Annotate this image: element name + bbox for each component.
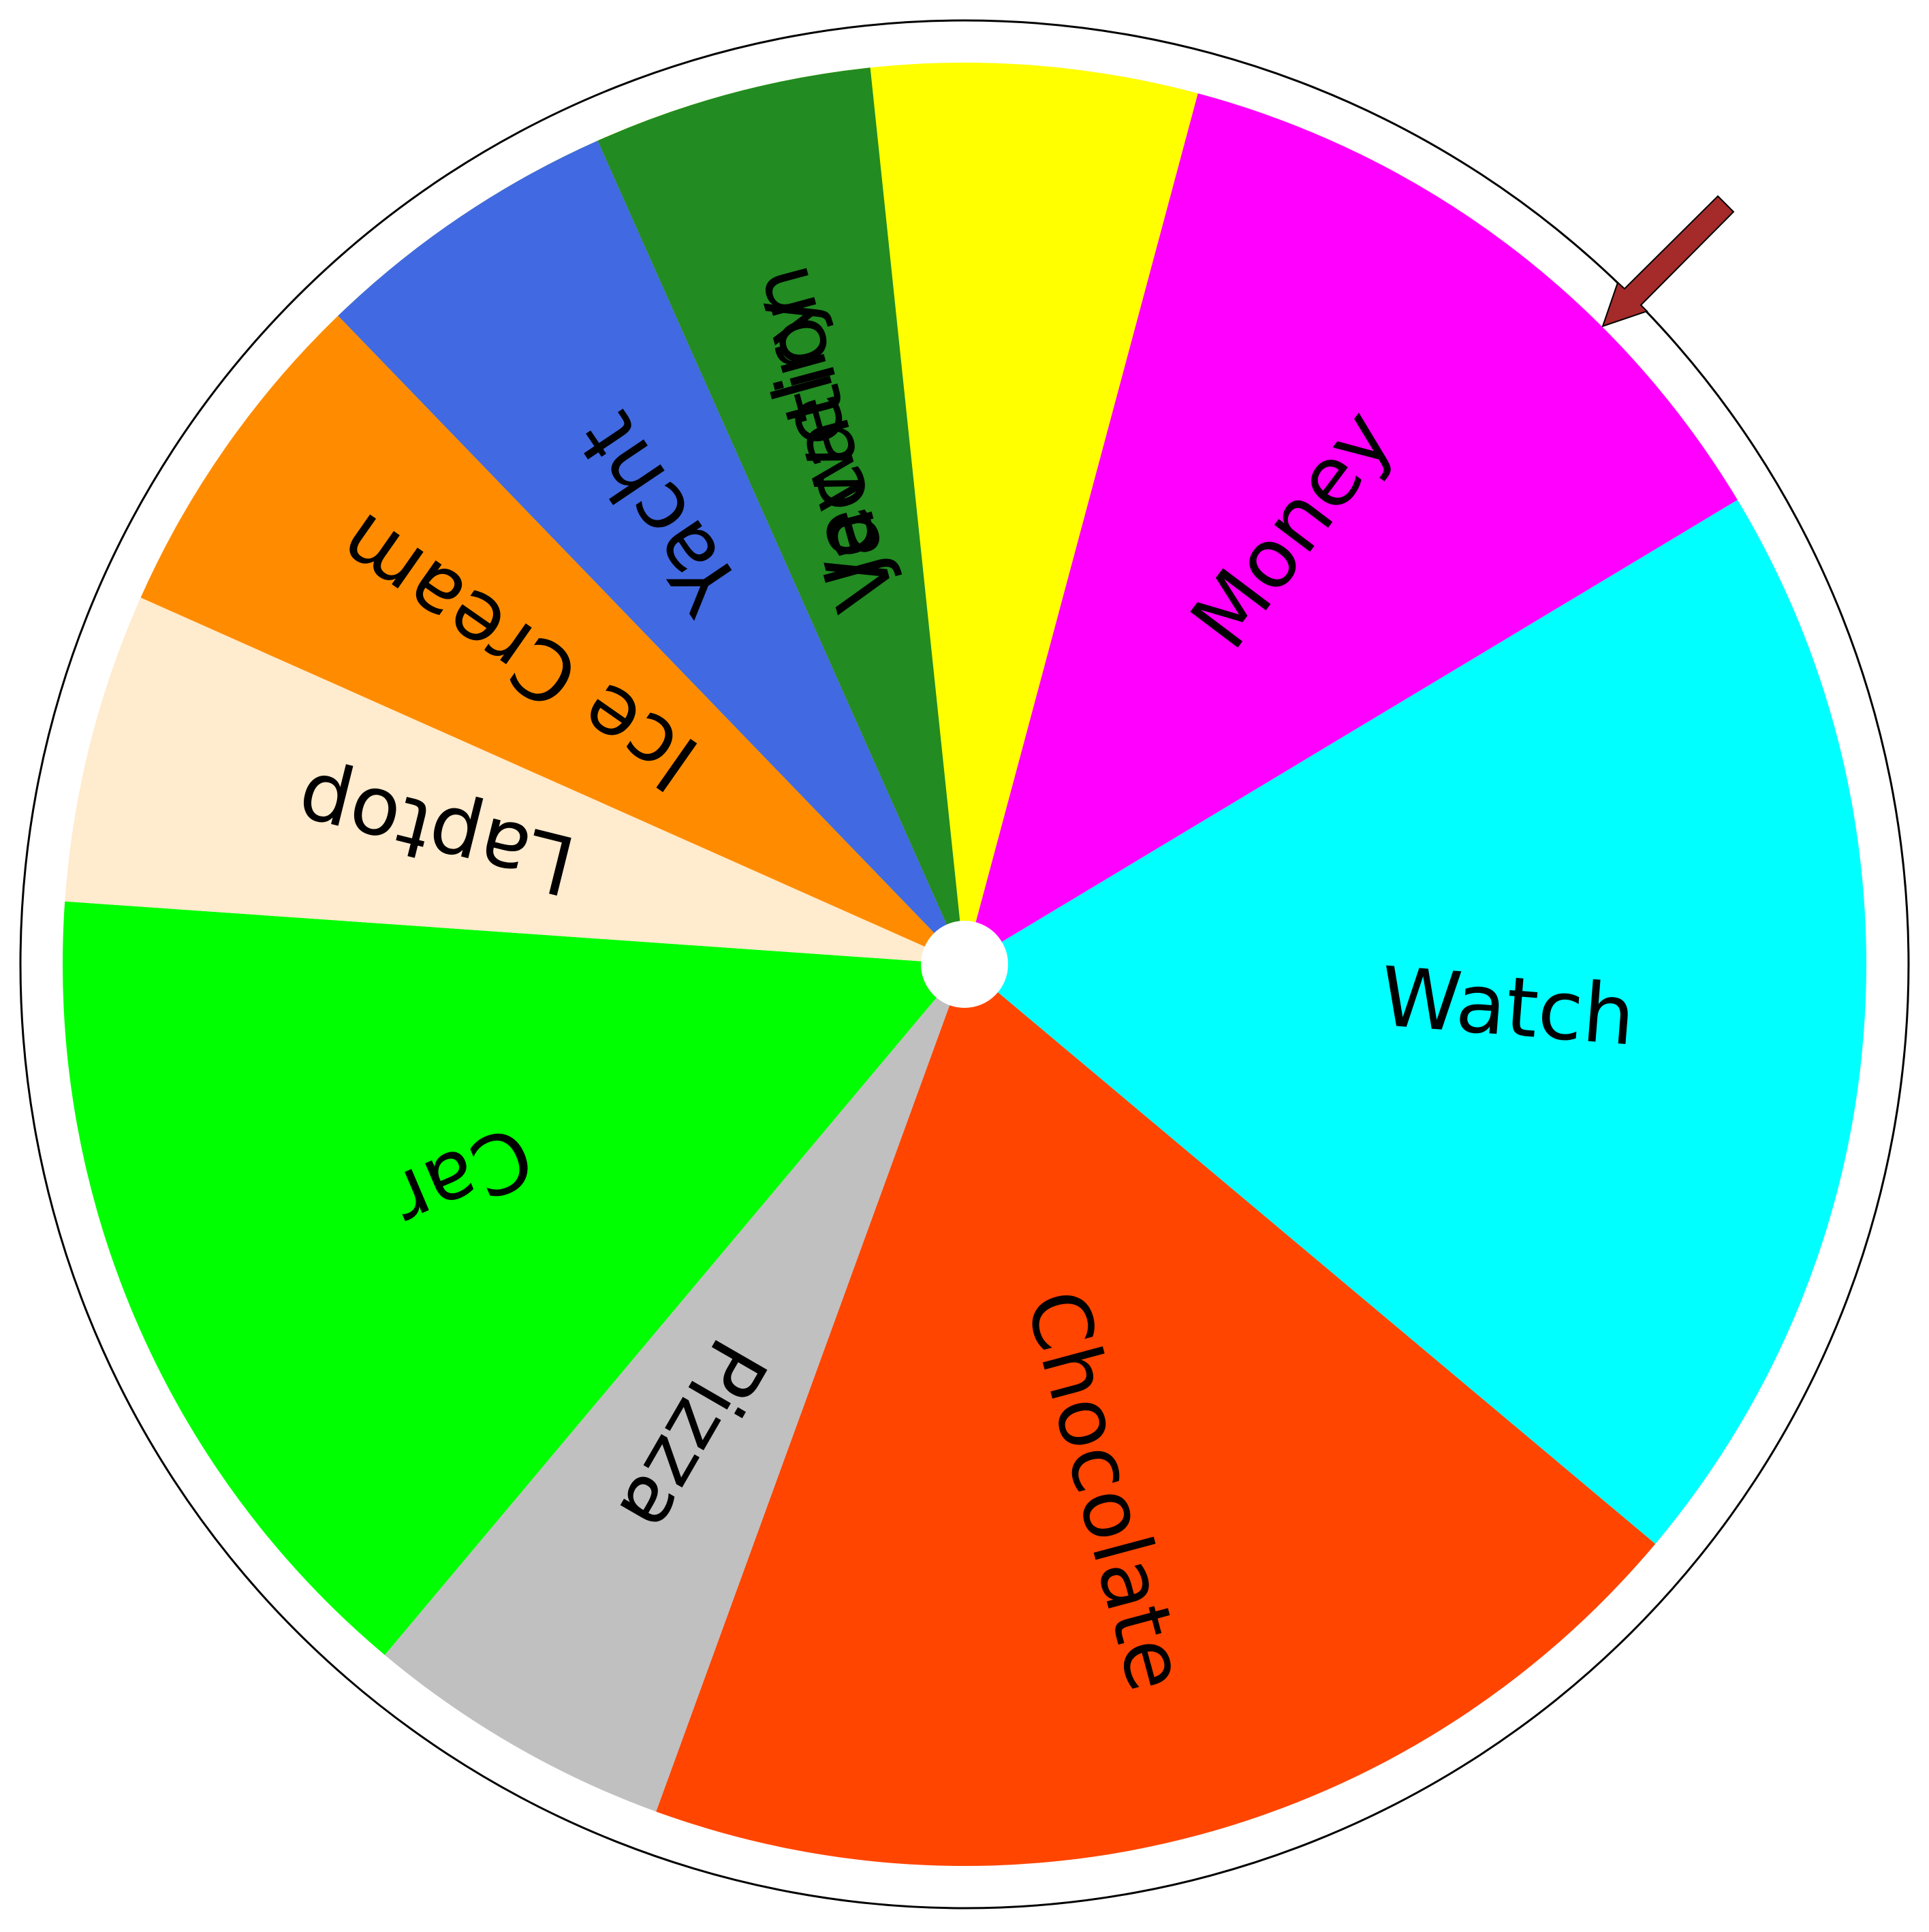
spin-wheel-game: Jewelry Money Watch Chocolate Pizza Car Laptop…	[0, 0, 1929, 1929]
wheel-hub[interactable]	[921, 921, 1008, 1008]
prize-wheel[interactable]: Jewelry MoneyWatchChocolatePizzaCarLaptop…	[0, 0, 1929, 1929]
wheel-label-watch: Watch	[1377, 950, 1638, 1064]
pointer-arrow-icon	[1601, 195, 1735, 328]
